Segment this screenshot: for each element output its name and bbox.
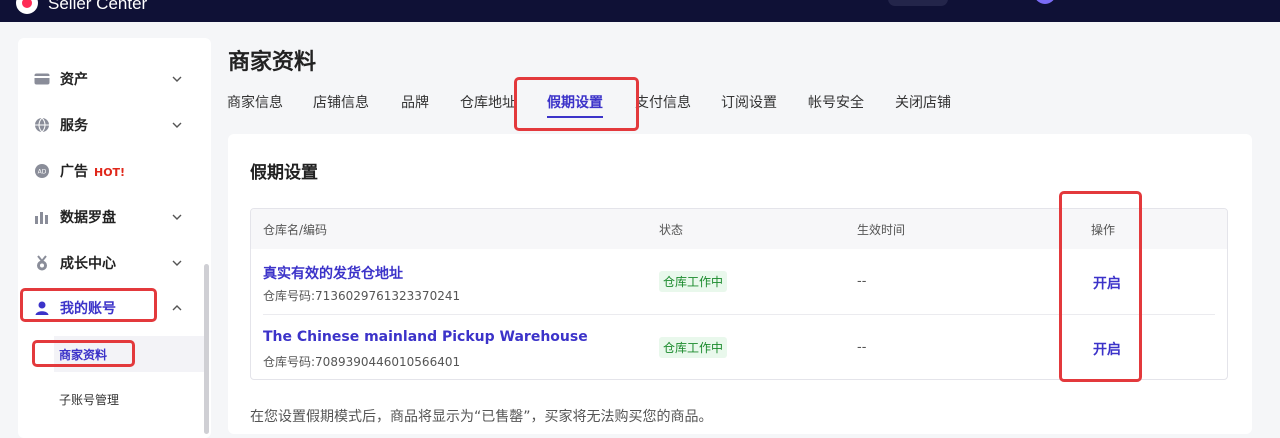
sidebar-item-my-account[interactable]: 我的账号 <box>18 293 211 323</box>
chevron-down-icon <box>172 122 182 128</box>
tab-warehouse-address[interactable]: 仓库地址 <box>460 92 516 112</box>
status-badge: 仓库工作中 <box>659 337 728 358</box>
chevron-down-icon <box>172 214 182 220</box>
warehouse-table: 仓库名/编码 状态 生效时间 操作 真实有效的发货仓地址 仓库号码:713602… <box>250 208 1228 380</box>
holiday-settings-card: 假期设置 仓库名/编码 状态 生效时间 操作 真实有效的发货仓地址 仓库号码:7… <box>228 134 1252 434</box>
sidebar-item-services[interactable]: 服务 <box>18 110 211 140</box>
user-icon <box>34 300 50 316</box>
sidebar-subitem-sub-accounts[interactable]: 子账号管理 <box>54 381 204 417</box>
hot-badge: HOT! <box>94 166 126 179</box>
sidebar-item-ads[interactable]: AD 广告 HOT! <box>18 156 211 186</box>
sidebar-scrollbar[interactable] <box>204 264 209 434</box>
tab-brand[interactable]: 品牌 <box>401 92 429 112</box>
enable-holiday-button[interactable]: 开启 <box>1093 273 1121 293</box>
column-header-name: 仓库名/编码 <box>263 223 328 237</box>
chevron-up-icon <box>172 305 182 311</box>
section-title: 假期设置 <box>250 163 318 183</box>
chevron-down-icon <box>172 76 182 82</box>
sidebar-item-label: 数据罗盘 <box>60 210 116 226</box>
top-bar: Seller Center <box>0 0 1280 22</box>
sidebar-item-growth-center[interactable]: 成长中心 <box>18 248 211 278</box>
sidebar: 资产 服务 AD 广告 HOT! 数据罗盘 成长中心 我的账号 商家资料 子账号… <box>18 38 211 438</box>
sidebar-item-label: 资产 <box>60 72 88 88</box>
tab-account-security[interactable]: 帐号安全 <box>808 92 864 112</box>
tab-merchant-info[interactable]: 商家信息 <box>227 92 283 112</box>
status-badge: 仓库工作中 <box>659 271 728 292</box>
table-row: 真实有效的发货仓地址 仓库号码:7136029761323370241 仓库工作… <box>251 249 1227 315</box>
active-tab-indicator <box>547 116 603 118</box>
app-name: Seller Center <box>48 0 148 13</box>
bar-chart-icon <box>34 209 50 225</box>
enable-holiday-button[interactable]: 开启 <box>1093 339 1121 359</box>
sidebar-item-assets[interactable]: 资产 <box>18 64 211 94</box>
globe-icon <box>34 117 50 133</box>
logo-icon <box>16 0 38 14</box>
tab-shop-info[interactable]: 店铺信息 <box>313 92 369 112</box>
effective-time: -- <box>857 340 867 355</box>
sidebar-item-label: 成长中心 <box>60 256 116 272</box>
sidebar-item-label: 广告 HOT! <box>60 161 125 181</box>
svg-text:AD: AD <box>38 169 47 176</box>
warehouse-name-link[interactable]: The Chinese mainland Pickup Warehouse <box>263 329 588 345</box>
effective-time: -- <box>857 274 867 289</box>
page-title: 商家资料 <box>228 50 317 75</box>
column-header-effective-time: 生效时间 <box>857 223 906 237</box>
sidebar-item-label: 服务 <box>60 118 88 134</box>
tab-close-shop[interactable]: 关闭店铺 <box>895 92 951 112</box>
column-header-action: 操作 <box>1091 223 1116 237</box>
medal-icon <box>34 255 50 271</box>
holiday-mode-note: 在您设置假期模式后，商品将显示为“已售罄”，买家将无法购买您的商品。 <box>250 409 713 425</box>
warehouse-code: 仓库号码:7089390446010566401 <box>263 355 461 369</box>
avatar[interactable] <box>1034 0 1056 4</box>
sidebar-subitem-merchant-profile[interactable]: 商家资料 <box>54 336 204 372</box>
card-icon <box>34 71 50 87</box>
chevron-down-icon <box>172 260 182 266</box>
table-row: The Chinese mainland Pickup Warehouse 仓库… <box>251 315 1227 379</box>
sidebar-item-data-compass[interactable]: 数据罗盘 <box>18 202 211 232</box>
ad-icon: AD <box>34 163 50 179</box>
tab-payment-info[interactable]: 支付信息 <box>635 92 691 112</box>
column-header-status: 状态 <box>659 223 684 237</box>
sidebar-item-label: 我的账号 <box>60 301 116 317</box>
table-header: 仓库名/编码 状态 生效时间 操作 <box>251 209 1227 249</box>
warehouse-code: 仓库号码:7136029761323370241 <box>263 289 461 303</box>
sidebar-item-ads-label: 广告 <box>60 164 88 180</box>
tab-subscription-settings[interactable]: 订阅设置 <box>721 92 777 112</box>
warehouse-name-link[interactable]: 真实有效的发货仓地址 <box>263 263 403 283</box>
tab-holiday-settings[interactable]: 假期设置 <box>547 92 603 112</box>
top-search-pill[interactable] <box>888 0 948 6</box>
